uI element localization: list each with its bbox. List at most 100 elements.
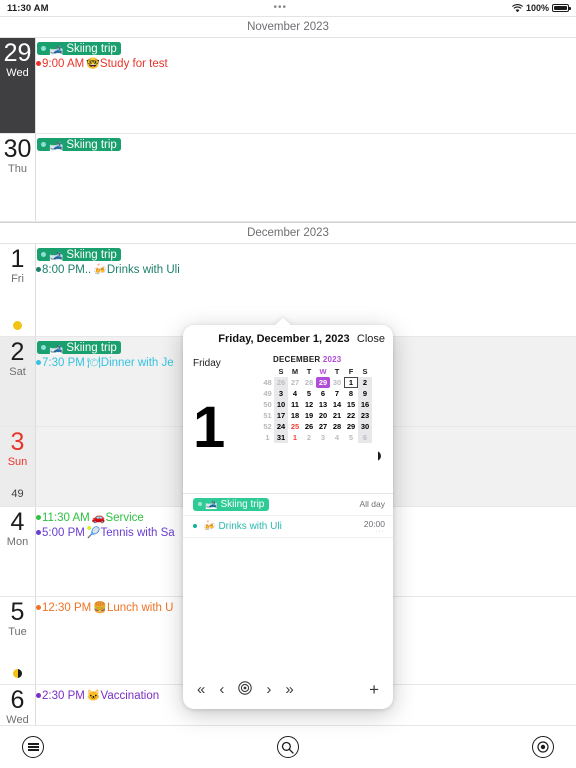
popup-title: Friday, December 1, 2023 xyxy=(218,333,350,345)
mini-day-cell[interactable]: 18 xyxy=(288,410,302,421)
event-emoji: 🍻 xyxy=(93,264,107,276)
mini-week-row: 50 10 11 12 13 14 15 16 xyxy=(261,399,372,410)
day-gutter[interactable]: 2 Sat xyxy=(0,321,36,426)
event-emoji: 🍽 xyxy=(86,357,101,369)
event-title: Drinks with Uli xyxy=(106,263,180,276)
mini-day-cell[interactable]: 29 xyxy=(344,421,358,432)
event-time: 5:00 PM xyxy=(42,526,85,539)
mini-day-cell[interactable]: 8 xyxy=(344,388,358,399)
mini-day-cell[interactable]: 17 xyxy=(274,410,288,421)
next-day-icon[interactable]: › xyxy=(266,682,271,697)
mini-day-cell[interactable]: 2 xyxy=(358,377,372,388)
battery-percent: 100% xyxy=(525,3,549,13)
mini-day-cell[interactable]: 6 xyxy=(358,432,372,443)
moon-icon xyxy=(13,669,22,678)
day-row[interactable]: 29 Wed 🎿 Skiing trip 9:00 AM 🤓 Study for test xyxy=(0,38,576,134)
search-icon xyxy=(276,736,299,758)
mini-day-cell[interactable]: 4 xyxy=(288,388,302,399)
mini-week-number[interactable]: 48 xyxy=(261,377,274,388)
add-event-button[interactable]: + xyxy=(369,681,379,698)
mini-day-cell[interactable]: 20 xyxy=(316,410,330,421)
mini-week-number[interactable]: 50 xyxy=(261,399,274,410)
mini-day-cell[interactable]: 31 xyxy=(274,432,288,443)
mini-day-cell[interactable]: 26 xyxy=(302,421,316,432)
mini-day-cell[interactable]: 30 xyxy=(358,421,372,432)
day-gutter[interactable]: 49 4 Mon xyxy=(0,488,36,596)
mini-day-cell[interactable]: 19 xyxy=(302,410,316,421)
day-row[interactable]: 30 Thu 🎿 Skiing trip xyxy=(0,134,576,222)
mini-day-cell[interactable]: 4 xyxy=(330,432,344,443)
mini-day-cell[interactable]: 13 xyxy=(316,399,330,410)
mini-calendar-grid[interactable]: S M T W T F S 48 26 27 28 29 30 1 2 49 3 4 5 6 7 8 9 50 10 11 12 13… xyxy=(261,366,372,443)
mini-day-cell[interactable]: 30 xyxy=(330,377,344,388)
mini-day-cell[interactable]: 7 xyxy=(330,388,344,399)
mini-day-cell[interactable]: 9 xyxy=(358,388,372,399)
event-emoji: 🍻 xyxy=(203,520,216,532)
today-button[interactable] xyxy=(377,736,576,758)
popup-body: Friday 1 DECEMBER 2023 S M T W T F S 48 26 27 28 29… xyxy=(183,353,393,487)
search-button[interactable] xyxy=(199,736,376,758)
month-header-november: November 2023 xyxy=(0,16,576,38)
mini-week-number[interactable]: 52 xyxy=(261,421,274,432)
mini-day-cell[interactable]: 16 xyxy=(358,399,372,410)
mini-week-number[interactable]: 49 xyxy=(261,388,274,399)
mini-day-cell[interactable]: 27 xyxy=(316,421,330,432)
day-gutter[interactable]: 30 Thu xyxy=(0,134,36,221)
mini-day-cell[interactable]: 21 xyxy=(330,410,344,421)
menu-button[interactable] xyxy=(0,736,199,758)
mini-weekday-header: M xyxy=(291,367,299,376)
today-target-icon[interactable] xyxy=(238,680,253,698)
mini-day-cell[interactable]: 28 xyxy=(302,377,316,388)
mini-day-cell[interactable]: 24 xyxy=(274,421,288,432)
event-title: Skiing trip xyxy=(66,341,117,354)
mini-day-cell[interactable]: 11 xyxy=(288,399,302,410)
mini-day-cell[interactable]: 14 xyxy=(330,399,344,410)
day-events: 🎿 Skiing trip 9:00 AM 🤓 Study for test xyxy=(36,38,576,133)
all-day-event[interactable]: 🎿 Skiing trip xyxy=(36,137,576,152)
jump-first-icon[interactable]: « xyxy=(197,682,205,697)
mini-day-cell[interactable]: 29 xyxy=(316,377,330,388)
mini-day-cell[interactable]: 28 xyxy=(330,421,344,432)
mini-day-cell[interactable]: 10 xyxy=(274,399,288,410)
mini-day-cell[interactable]: 1 xyxy=(288,432,302,443)
mini-day-cell[interactable]: 15 xyxy=(344,399,358,410)
mini-week-number[interactable]: 1 xyxy=(261,432,274,443)
mini-day-cell[interactable]: 1 xyxy=(344,377,358,388)
day-weekday: Sun xyxy=(7,456,28,468)
timed-event[interactable]: 9:00 AM 🤓 Study for test xyxy=(36,56,576,71)
mini-moon-row xyxy=(261,443,385,466)
all-day-event[interactable]: 🎿 Skiing trip xyxy=(36,41,576,56)
popup-footer-toolbar: « ‹ › » + xyxy=(183,669,393,709)
popup-event-item[interactable]: 🎿 Skiing trip All day xyxy=(183,494,393,516)
day-gutter[interactable]: 29 Wed xyxy=(0,38,36,133)
event-time-label: All day xyxy=(359,499,385,509)
event-time: 8:00 PM.. xyxy=(42,263,92,276)
mini-day-cell[interactable]: 23 xyxy=(358,410,372,421)
event-color-dot xyxy=(36,605,41,610)
mini-day-cell[interactable]: 26 xyxy=(274,377,288,388)
jump-last-icon[interactable]: » xyxy=(285,682,293,697)
mini-day-cell[interactable]: 12 xyxy=(302,399,316,410)
timed-event[interactable]: 8:00 PM.. 🍻 Drinks with Uli xyxy=(36,262,576,277)
mini-day-cell[interactable]: 5 xyxy=(344,432,358,443)
mini-day-cell[interactable]: 22 xyxy=(344,410,358,421)
mini-day-cell[interactable]: 2 xyxy=(302,432,316,443)
popup-event-item[interactable]: 🍻 Drinks with Uli 20:00 ··· xyxy=(183,516,393,538)
mini-day-cell[interactable]: 3 xyxy=(316,432,330,443)
prev-day-icon[interactable]: ‹ xyxy=(219,682,224,697)
event-title: Tennis with Sa xyxy=(100,526,175,539)
mini-day-cell[interactable]: 3 xyxy=(274,388,288,399)
status-dots: ••• xyxy=(273,2,288,13)
all-day-event[interactable]: 🎿 Skiing trip xyxy=(36,247,576,262)
mini-day-cell[interactable]: 25 xyxy=(288,421,302,432)
mini-day-cell[interactable]: 27 xyxy=(288,377,302,388)
event-emoji: 🚗 xyxy=(91,512,106,524)
mini-day-cell[interactable]: 5 xyxy=(302,388,316,399)
event-title: Vaccination xyxy=(100,689,160,702)
mini-week-number[interactable]: 51 xyxy=(261,410,274,421)
event-emoji: 🎿 xyxy=(49,249,64,262)
popup-close-button[interactable]: Close xyxy=(357,333,385,345)
mini-calendar[interactable]: DECEMBER 2023 S M T W T F S 48 26 27 28 29 30 1 2 49 3 4 5… xyxy=(261,355,393,487)
mini-weekday-header: S xyxy=(278,367,284,376)
mini-day-cell[interactable]: 6 xyxy=(316,388,330,399)
